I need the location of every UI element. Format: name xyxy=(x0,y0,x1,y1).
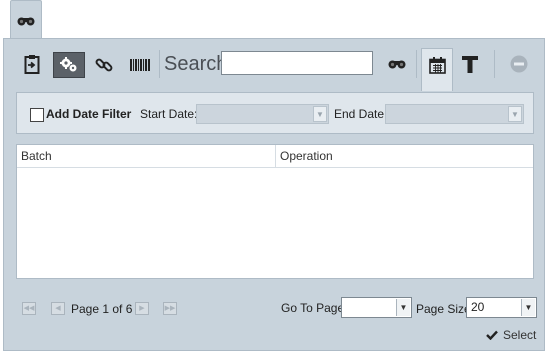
next-page-button[interactable]: ▶ xyxy=(135,302,149,315)
clipboard-icon xyxy=(24,55,40,74)
search-input[interactable] xyxy=(221,51,373,75)
remove-icon xyxy=(510,55,528,73)
next-page-icon: ▶ xyxy=(139,305,145,312)
select-button[interactable]: Select xyxy=(486,328,536,342)
end-date-label: End Date: xyxy=(334,107,388,121)
clipboard-button[interactable] xyxy=(22,52,42,76)
search-tab[interactable] xyxy=(10,0,42,40)
page-info: Page 1 of 6 xyxy=(71,302,133,316)
barcode-icon xyxy=(130,59,150,71)
first-page-icon: ◀◀ xyxy=(23,305,35,312)
chevron-down-icon[interactable]: ▼ xyxy=(313,106,327,122)
page-size-select[interactable]: 20 ▼ xyxy=(466,297,537,318)
add-date-filter-checkbox[interactable] xyxy=(30,108,44,122)
binoculars-icon xyxy=(388,60,406,69)
chevron-down-icon[interactable]: ▼ xyxy=(508,106,522,122)
link-button[interactable] xyxy=(94,54,114,76)
end-date-picker[interactable]: ▼ xyxy=(385,104,524,124)
column-header-batch[interactable]: Batch xyxy=(21,149,52,163)
first-page-button[interactable]: ◀◀ xyxy=(22,302,36,315)
column-header-operation[interactable]: Operation xyxy=(280,149,333,163)
toolbar-divider xyxy=(416,50,417,78)
page-size-value: 20 xyxy=(471,300,485,314)
text-icon xyxy=(462,55,478,73)
add-date-filter-label: Add Date Filter xyxy=(46,107,132,121)
go-to-page-select[interactable]: ▼ xyxy=(341,297,412,318)
gears-icon xyxy=(60,57,77,72)
configure-button[interactable] xyxy=(53,52,85,78)
previous-page-icon: ◀ xyxy=(55,305,61,312)
page-size-label: Page Size xyxy=(416,302,471,316)
chevron-down-icon[interactable]: ▼ xyxy=(521,299,535,316)
select-label: Select xyxy=(503,328,537,342)
checkmark-icon xyxy=(486,330,498,340)
link-icon xyxy=(95,58,113,72)
start-date-label: Start Date: xyxy=(140,107,198,121)
toolbar-divider xyxy=(494,50,495,78)
text-button[interactable] xyxy=(459,52,481,76)
search-button[interactable] xyxy=(386,57,408,71)
date-filter-tab[interactable] xyxy=(421,48,453,91)
barcode-button[interactable] xyxy=(128,56,152,74)
chevron-down-icon[interactable]: ▼ xyxy=(396,299,410,316)
previous-page-button[interactable]: ◀ xyxy=(51,302,65,315)
binoculars-icon xyxy=(17,17,35,25)
toolbar-divider xyxy=(159,50,160,78)
last-page-button[interactable]: ▶▶ xyxy=(163,302,177,315)
column-divider[interactable] xyxy=(275,145,276,167)
calendar-icon xyxy=(428,56,446,74)
go-to-page-label: Go To Page xyxy=(281,301,345,315)
remove-button[interactable] xyxy=(509,54,529,74)
last-page-icon: ▶▶ xyxy=(164,305,176,312)
search-label: Search xyxy=(164,53,228,75)
start-date-picker[interactable]: ▼ xyxy=(196,104,329,124)
